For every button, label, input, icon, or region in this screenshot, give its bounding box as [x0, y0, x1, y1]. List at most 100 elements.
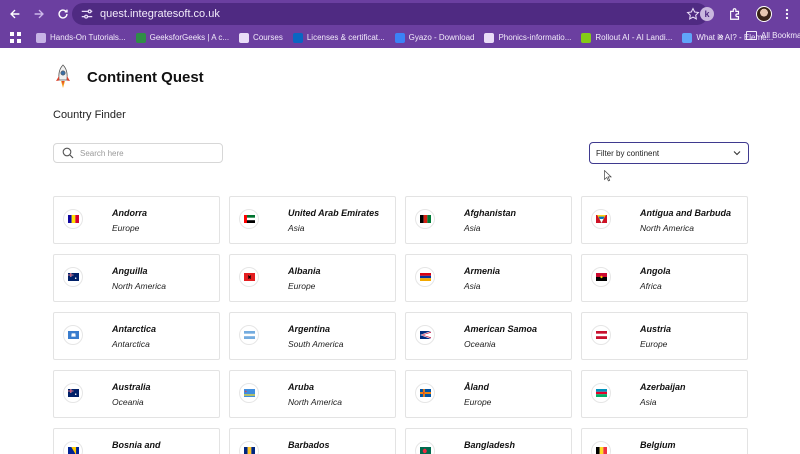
country-card[interactable]: Bosnia and — [53, 428, 220, 454]
country-card[interactable]: Barbados — [229, 428, 396, 454]
country-name: United Arab Emirates — [288, 208, 380, 218]
country-continent: Asia — [464, 281, 481, 291]
country-continent: South America — [288, 339, 344, 349]
rocket-logo-icon — [56, 64, 70, 88]
search-input[interactable] — [80, 148, 210, 158]
country-card[interactable]: Andorra Europe — [53, 196, 220, 244]
folder-icon — [746, 31, 757, 40]
bookmark-favicon-icon — [484, 32, 495, 43]
country-card[interactable]: Angola Africa — [581, 254, 748, 302]
bookmark-item[interactable]: GeeksforGeeks | A c... — [135, 32, 230, 43]
bookmark-item[interactable]: Hands-On Tutorials... — [36, 32, 126, 43]
country-continent: North America — [112, 281, 167, 291]
apps-grid-icon[interactable] — [10, 31, 22, 44]
country-flag-icon — [591, 209, 611, 229]
country-continent: Europe — [464, 397, 492, 407]
country-card[interactable]: Australia Oceania — [53, 370, 220, 418]
country-flag-icon — [591, 267, 611, 287]
country-continent: Asia — [288, 223, 305, 233]
country-grid: Andorra Europe United Arab Emirates Asia Afg… — [53, 196, 748, 454]
country-continent: Europe — [640, 339, 668, 349]
country-card[interactable]: Albania Europe — [229, 254, 396, 302]
country-name: Bangladesh — [464, 440, 516, 450]
country-name: Armenia — [464, 266, 501, 276]
country-card[interactable]: Antigua and Barbuda North America — [581, 196, 748, 244]
country-card[interactable]: Afghanistan Asia — [405, 196, 572, 244]
country-card[interactable]: Austria Europe — [581, 312, 748, 360]
extensions-puzzle-icon[interactable] — [728, 7, 742, 21]
filter-label: Filter by continent — [596, 148, 660, 158]
country-card[interactable]: Bangladesh — [405, 428, 572, 454]
search-box[interactable] — [53, 143, 223, 163]
forward-icon[interactable] — [28, 3, 50, 25]
country-card[interactable]: United Arab Emirates Asia — [229, 196, 396, 244]
menu-kebab-icon[interactable] — [780, 7, 794, 21]
country-continent: North America — [640, 223, 695, 233]
all-bookmarks-button[interactable]: All Bookmarks — [746, 31, 800, 40]
country-name: Albania — [288, 266, 321, 276]
bookmark-label: GeeksforGeeks | A c... — [149, 33, 230, 42]
reload-icon[interactable] — [52, 3, 74, 25]
bookmark-item[interactable]: Courses — [239, 32, 283, 43]
country-flag-icon — [591, 325, 611, 345]
bookmark-favicon-icon — [239, 32, 250, 43]
country-continent: Europe — [288, 281, 316, 291]
search-icon — [62, 147, 74, 159]
profile-avatar[interactable] — [756, 5, 772, 22]
bookmark-label: Rollout AI - AI Landi... — [595, 33, 673, 42]
toolbar-right: k — [694, 0, 800, 27]
back-icon[interactable] — [4, 3, 26, 25]
country-card[interactable]: Argentina South America — [229, 312, 396, 360]
country-name: Andorra — [112, 208, 148, 218]
extension-icon[interactable]: k — [700, 6, 714, 21]
country-card[interactable]: Åland Europe — [405, 370, 572, 418]
bookmark-label: Phonics-informatio... — [498, 33, 572, 42]
app-header: Continent Quest — [53, 64, 204, 90]
more-bookmarks-icon[interactable]: » — [718, 31, 724, 42]
country-continent: North America — [288, 397, 343, 407]
country-card[interactable]: Anguilla North America — [53, 254, 220, 302]
country-continent: Africa — [640, 281, 662, 291]
country-card[interactable]: Antarctica Antarctica — [53, 312, 220, 360]
address-bar[interactable]: quest.integratesoft.co.uk — [72, 3, 708, 25]
country-name: American Samoa — [464, 324, 538, 334]
country-flag-icon — [63, 209, 83, 229]
country-card[interactable]: Belgium — [581, 428, 748, 454]
mouse-cursor-icon — [604, 170, 612, 182]
country-flag-icon — [239, 209, 259, 229]
url-text[interactable]: quest.integratesoft.co.uk — [100, 8, 220, 20]
country-flag-icon — [239, 441, 259, 454]
country-flag-icon — [63, 325, 83, 345]
country-name: Anguilla — [112, 266, 148, 276]
bookmark-item[interactable]: Gyazo - Download — [394, 32, 474, 43]
bookmark-item[interactable]: Rollout AI - AI Landi... — [581, 32, 673, 43]
country-name: Belgium — [640, 440, 676, 450]
site-info-icon[interactable] — [80, 7, 94, 21]
continent-filter-select[interactable]: Filter by continent — [589, 142, 749, 164]
country-flag-icon — [415, 267, 435, 287]
country-flag-icon — [591, 441, 611, 454]
bookmark-favicon-icon — [581, 32, 592, 43]
bookmark-label: Hands-On Tutorials... — [50, 33, 126, 42]
country-flag-icon — [415, 441, 435, 454]
country-card[interactable]: Azerbaijan Asia — [581, 370, 748, 418]
country-flag-icon — [591, 383, 611, 403]
bookmarks-bar: Hands-On Tutorials... GeeksforGeeks | A c… — [0, 27, 800, 48]
country-flag-icon — [415, 383, 435, 403]
country-continent: Asia — [640, 397, 657, 407]
country-card[interactable]: Aruba North America — [229, 370, 396, 418]
bookmark-item[interactable]: Licenses & certificat... — [292, 32, 385, 43]
page-content: Continent Quest Country Finder Filter by… — [0, 48, 800, 454]
country-flag-icon — [415, 209, 435, 229]
bookmark-label: Licenses & certificat... — [306, 33, 385, 42]
country-card[interactable]: Armenia Asia — [405, 254, 572, 302]
country-card[interactable]: American Samoa Oceania — [405, 312, 572, 360]
bookmark-favicon-icon — [36, 32, 46, 43]
browser-chrome: quest.integratesoft.co.uk k Hands-On Tut… — [0, 0, 800, 48]
chevron-down-icon — [733, 151, 741, 156]
country-continent: Antarctica — [112, 339, 150, 349]
country-name: Argentina — [288, 324, 331, 334]
bookmark-item[interactable]: Phonics-informatio... — [484, 32, 572, 43]
country-name: Antarctica — [112, 324, 157, 334]
country-name: Aruba — [288, 382, 315, 392]
